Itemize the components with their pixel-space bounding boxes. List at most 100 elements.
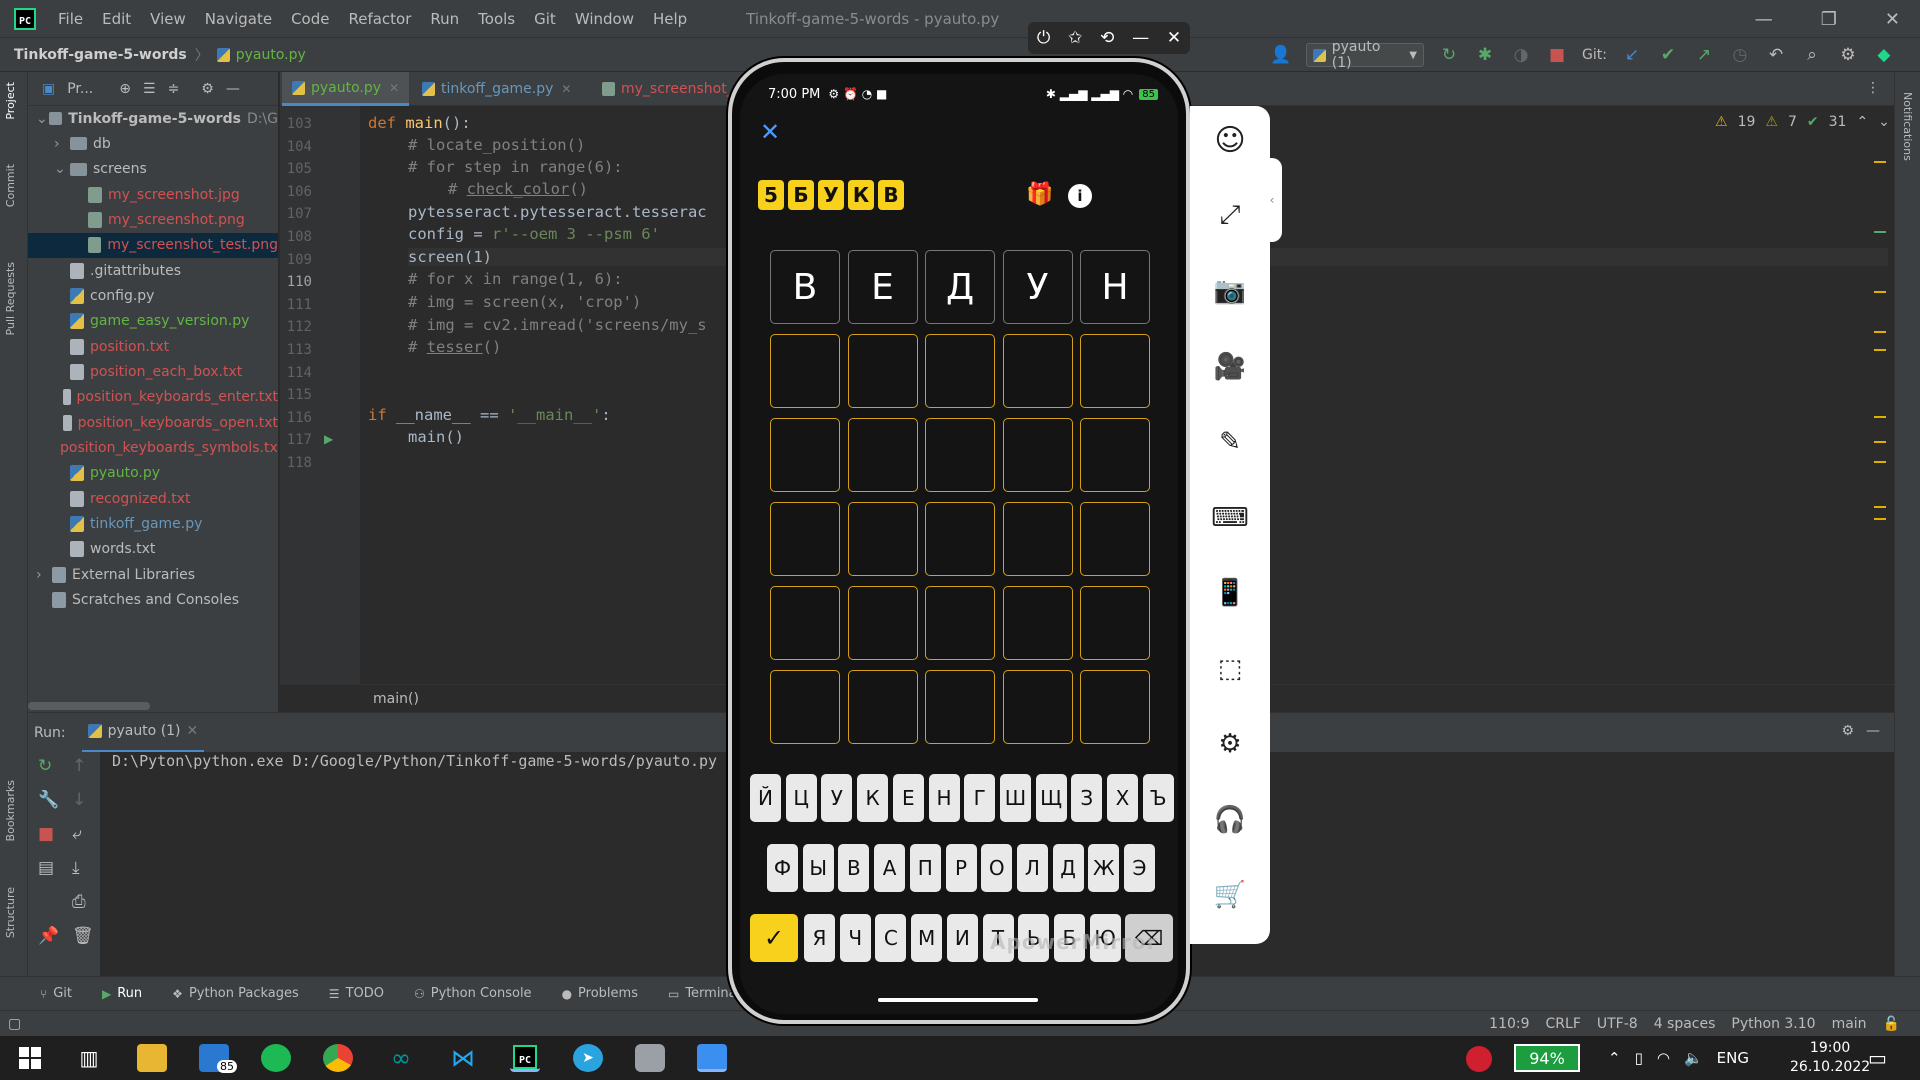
close-game-icon[interactable]: ✕ [760, 118, 780, 146]
pin-icon[interactable]: ✩ [1068, 28, 1082, 48]
tree-item[interactable]: position.txt [28, 334, 278, 359]
collapse-panel-icon[interactable]: ‹ [1262, 158, 1282, 242]
print-icon[interactable]: ⎙ [72, 892, 86, 912]
editor-tab[interactable]: tinkoff_game.py ✕ [412, 72, 581, 106]
status-item[interactable]: CRLF [1546, 1016, 1581, 1032]
menu-item-run[interactable]: Run [430, 10, 459, 28]
breadcrumb-project[interactable]: Tinkoff-game-5-words [14, 47, 187, 63]
chevron-icon[interactable]: ⌄ [54, 161, 70, 177]
screenshot-icon[interactable]: 📷 [1208, 269, 1252, 313]
keyboard-key[interactable]: Ы [802, 844, 834, 892]
vscode-icon[interactable]: ⋈ [448, 1044, 478, 1072]
keyboard-key[interactable]: Я [804, 914, 835, 962]
mail-icon[interactable]: 85 [199, 1044, 237, 1073]
collapse-all-icon[interactable]: ≑ [168, 81, 180, 97]
fullscreen-icon[interactable]: ⤢ [1208, 194, 1252, 238]
info-icon[interactable]: i [1068, 184, 1092, 208]
locate-icon[interactable]: ⊕ [119, 81, 131, 97]
hide-icon[interactable]: — [226, 81, 240, 97]
git-commit-icon[interactable]: ✔ [1657, 44, 1679, 66]
run-hide-icon[interactable]: — [1866, 723, 1880, 739]
tree-item[interactable]: words.txt [28, 537, 278, 562]
rotate-icon[interactable]: ⟲ [1100, 28, 1114, 48]
stop-icon[interactable]: ■ [1546, 44, 1568, 66]
tree-item[interactable]: recognized.txt [28, 486, 278, 511]
tree-item[interactable]: › External Libraries [28, 562, 278, 587]
breadcrumb-file[interactable]: pyauto.py [236, 47, 306, 63]
keyboard-key[interactable]: Д [1052, 844, 1084, 892]
tool-window-run[interactable]: ▶ Run [102, 986, 142, 1001]
keyboard-key[interactable]: О [981, 844, 1013, 892]
tree-item[interactable]: position_keyboards_open.txt [28, 410, 278, 435]
keyboard-key[interactable]: Р [945, 844, 977, 892]
gift-icon[interactable]: 🎁 [1026, 182, 1053, 207]
file-explorer-icon[interactable] [137, 1044, 167, 1072]
avatar-icon[interactable]: ☺ [1208, 118, 1252, 162]
keyboard-key[interactable]: Г [964, 774, 996, 822]
tree-item[interactable]: position_keyboards_enter.txt [28, 385, 278, 410]
keyboard-key[interactable]: А [874, 844, 906, 892]
tool-tab-project[interactable]: Project [4, 82, 17, 120]
keyboard-key[interactable]: К [857, 774, 889, 822]
keyboard-key[interactable]: Ф [767, 844, 798, 892]
arduino-icon[interactable]: ∞ [386, 1044, 416, 1072]
keyboard-key[interactable]: Н [928, 774, 960, 822]
tool-window-git[interactable]: ⑂ Git [40, 986, 72, 1001]
trash-icon[interactable]: 🗑 [72, 926, 94, 946]
chevron-icon[interactable]: ⌄ [36, 111, 49, 127]
pycharm-taskbar-icon[interactable]: PC [510, 1044, 540, 1072]
run-config-select[interactable]: pyauto (1) ▼ [1306, 39, 1424, 71]
jetbrains-icon[interactable]: ◆ [1873, 44, 1895, 66]
tree-item[interactable]: config.py [28, 283, 278, 308]
tree-item[interactable]: my_screenshot.jpg [28, 182, 278, 207]
close-icon[interactable]: ✕ [1167, 28, 1181, 48]
gear-icon[interactable]: ⚙ [201, 81, 214, 97]
support-icon[interactable]: 🎧 [1208, 798, 1252, 842]
git-push-icon[interactable]: ↗ [1693, 44, 1715, 66]
menu-item-tools[interactable]: Tools [478, 10, 515, 28]
close-icon[interactable]: ✕ [1885, 9, 1900, 30]
keyboard-key[interactable]: М [911, 914, 943, 962]
history-icon[interactable]: ◷ [1729, 44, 1751, 66]
clock[interactable]: 19:00 26.10.2022 [1790, 1039, 1870, 1077]
run-tab[interactable]: pyauto (1) ✕ [81, 713, 205, 753]
apowermirror-icon[interactable] [697, 1044, 727, 1072]
tool-tab-bookmarks[interactable]: Bookmarks [4, 780, 17, 841]
chevron-down-icon[interactable]: ⌄ [1878, 114, 1890, 130]
chevron-icon[interactable]: › [36, 567, 52, 583]
run-settings-icon[interactable]: ⚙ [1841, 723, 1854, 739]
wrench-icon[interactable]: 🔧 [38, 790, 59, 810]
tree-item[interactable]: Scratches and Consoles [28, 588, 278, 613]
tool-tab-pull-requests[interactable]: Pull Requests [4, 262, 17, 335]
menu-item-file[interactable]: File [58, 10, 83, 28]
close-tab-icon[interactable]: ✕ [389, 81, 399, 95]
crop-icon[interactable]: ⬚ [1208, 647, 1252, 691]
status-item[interactable]: Python 3.10 [1731, 1016, 1815, 1032]
more-tabs-icon[interactable]: ⋮ [1866, 80, 1880, 96]
tree-item[interactable]: my_screenshot_test.png [28, 232, 278, 258]
tree-item[interactable]: position_each_box.txt [28, 360, 278, 385]
phone-screen[interactable]: 7:00 PM ⚙ ⏰ ◔ ■ ✱ ▂▄▆ ▂▄▆ ◠ 85 ✕ 5БУКВ 🎁… [740, 74, 1178, 1014]
rollback-icon[interactable]: ↶ [1765, 44, 1787, 66]
rerun-icon[interactable]: ↻ [1438, 44, 1460, 66]
tool-window-python-console[interactable]: ⚇ Python Console [414, 986, 532, 1001]
up-icon[interactable]: ↑ [72, 756, 86, 776]
keyboard-key[interactable]: П [909, 844, 941, 892]
menu-item-code[interactable]: Code [291, 10, 329, 28]
chevron-icon[interactable]: › [54, 136, 70, 152]
tool-window-python-packages[interactable]: ❖ Python Packages [172, 986, 299, 1001]
settings-gear-icon[interactable]: ⚙ [1837, 44, 1859, 66]
phone-link-icon[interactable]: ▯ [1635, 1049, 1643, 1067]
status-item[interactable]: main [1832, 1016, 1867, 1032]
close-tab-icon[interactable]: ✕ [187, 723, 199, 739]
minimize-icon[interactable]: — [1755, 9, 1773, 30]
horizontal-scrollbar[interactable] [28, 702, 150, 710]
keyboard-key[interactable]: Ъ [1142, 774, 1174, 822]
keyboard-key[interactable]: У [821, 774, 853, 822]
battery-indicator[interactable]: 94% [1514, 1044, 1580, 1072]
annotate-icon[interactable]: ✎ [1208, 420, 1252, 464]
menu-item-view[interactable]: View [150, 10, 186, 28]
coverage-icon[interactable]: ◑ [1510, 44, 1532, 66]
keyboard-key[interactable]: Ч [839, 914, 871, 962]
status-item[interactable]: UTF-8 [1597, 1016, 1638, 1032]
